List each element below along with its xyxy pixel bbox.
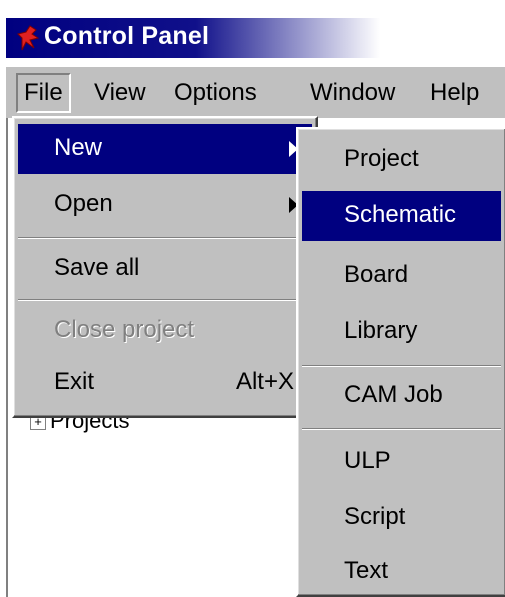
file-menu: New Open Save all Close project Exit Alt… (12, 116, 318, 418)
new-submenu-cam-job-label: CAM Job (344, 381, 443, 408)
menu-window[interactable]: Window (304, 75, 401, 111)
new-submenu-script-label: Script (344, 503, 406, 530)
new-submenu-cam-job[interactable]: CAM Job (302, 371, 501, 421)
file-menu-open[interactable]: Open (18, 180, 312, 230)
new-submenu-project-label: Project (344, 145, 419, 172)
menu-file-label: File (24, 79, 63, 106)
menu-separator (302, 428, 501, 430)
new-submenu-library-label: Library (344, 317, 418, 344)
file-menu-close-project-label: Close project (54, 316, 195, 343)
new-submenu-schematic[interactable]: Schematic (302, 191, 501, 241)
menu-view[interactable]: View (88, 75, 152, 111)
new-submenu-board-label: Board (344, 261, 409, 288)
new-submenu-board[interactable]: Board (302, 251, 501, 301)
new-submenu-ulp[interactable]: ULP (302, 437, 501, 487)
new-submenu-schematic-label: Schematic (344, 201, 457, 228)
file-menu-exit[interactable]: Exit Alt+X (18, 358, 312, 408)
window-title: Control Panel (44, 22, 210, 50)
new-submenu-text-label: Text (344, 557, 389, 584)
new-submenu-script[interactable]: Script (302, 493, 501, 543)
file-menu-close-project[interactable]: Close project (18, 306, 312, 356)
eagle-app-icon (17, 25, 40, 51)
menu-separator (18, 237, 312, 239)
control-panel-window: Control Panel File View Options Window H… (0, 0, 505, 597)
file-menu-save-all-label: Save all (54, 254, 140, 281)
menu-file[interactable]: File (16, 73, 71, 113)
new-submenu-project[interactable]: Project (302, 135, 501, 185)
new-submenu: Project Schematic Board Library CAM Job … (296, 127, 505, 597)
file-menu-exit-shortcut: Alt+X (235, 368, 294, 395)
new-submenu-text[interactable]: Text (302, 547, 501, 597)
menu-separator (302, 365, 501, 367)
file-menu-new-label: New (54, 134, 103, 161)
menu-help-label: Help (430, 79, 480, 106)
menu-window-label: Window (310, 79, 396, 106)
title-bar[interactable]: Control Panel (6, 18, 505, 58)
file-menu-exit-label: Exit (54, 368, 95, 395)
file-menu-open-label: Open (54, 190, 113, 217)
menu-options-label: Options (174, 79, 257, 106)
menu-separator (18, 299, 312, 301)
menu-bar: File View Options Window Help (6, 66, 505, 119)
menu-help[interactable]: Help (424, 75, 485, 111)
new-submenu-ulp-label: ULP (344, 447, 391, 474)
file-menu-save-all[interactable]: Save all (18, 244, 312, 294)
menu-options[interactable]: Options (168, 75, 263, 111)
new-submenu-library[interactable]: Library (302, 307, 501, 357)
file-menu-new[interactable]: New (18, 124, 312, 174)
menu-view-label: View (94, 79, 146, 106)
